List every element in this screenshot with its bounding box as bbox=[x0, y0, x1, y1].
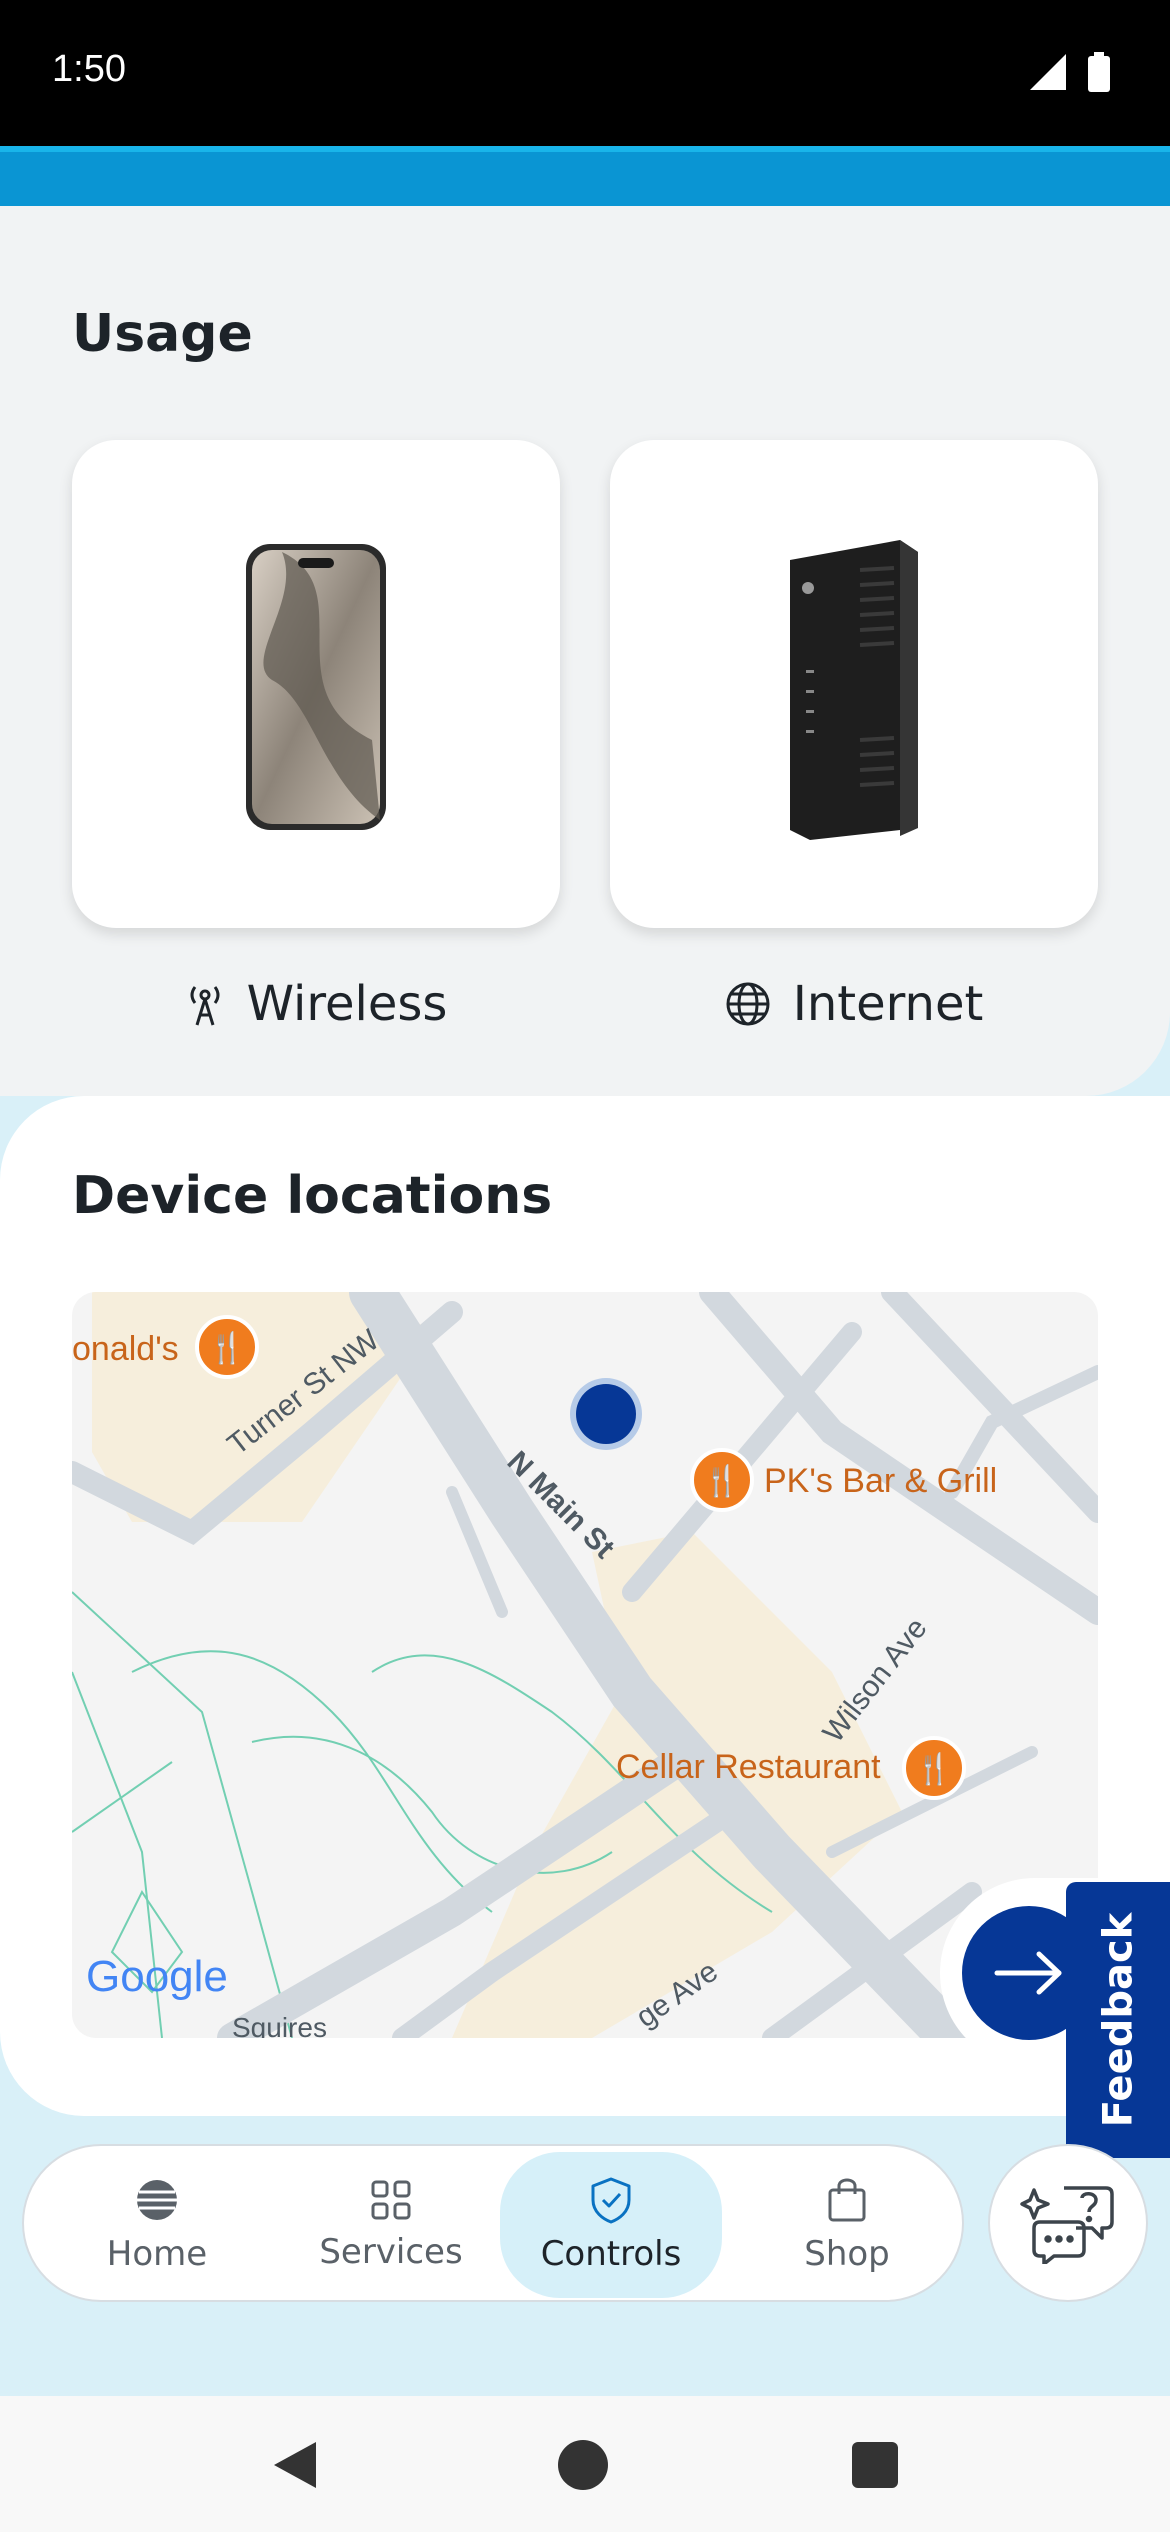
feedback-tab[interactable]: Feedback bbox=[1066, 1882, 1170, 2158]
usage-card: Usage Wireless Internet bbox=[0, 206, 1170, 1096]
map-label-cellar: Cellar Restaurant bbox=[616, 1748, 881, 1786]
status-icons bbox=[1030, 52, 1110, 92]
back-icon[interactable] bbox=[270, 2440, 318, 2490]
status-bar: 1:50 bbox=[0, 0, 1170, 146]
help-chat-button[interactable] bbox=[988, 2144, 1148, 2302]
svg-text:🍴: 🍴 bbox=[703, 1463, 740, 1499]
header-band bbox=[0, 146, 1170, 206]
device-map[interactable]: 🍴 🍴 🍴 onald's Turner St NW N Main St PK'… bbox=[72, 1292, 1098, 2038]
feedback-label: Feedback bbox=[1095, 1912, 1141, 2128]
status-time: 1:50 bbox=[52, 48, 126, 90]
globe-icon bbox=[726, 982, 770, 1026]
poi-mcdonalds-icon: 🍴 bbox=[195, 1315, 259, 1379]
signal-icon bbox=[1030, 54, 1066, 90]
nav-shop[interactable]: Shop bbox=[736, 2152, 958, 2298]
wireless-label-row[interactable]: Wireless bbox=[72, 976, 560, 1032]
svg-text:🍴: 🍴 bbox=[915, 1751, 952, 1787]
nav-controls[interactable]: Controls bbox=[500, 2152, 722, 2298]
recents-icon[interactable] bbox=[852, 2442, 898, 2488]
poi-pks-icon: 🍴 bbox=[690, 1448, 754, 1512]
home-icon[interactable] bbox=[558, 2440, 608, 2490]
svg-text:🍴: 🍴 bbox=[208, 1330, 245, 1366]
battery-icon bbox=[1088, 52, 1110, 92]
map-label-squires: Squires bbox=[232, 2012, 327, 2038]
nav-services-label: Services bbox=[319, 2232, 463, 2272]
internet-label: Internet bbox=[792, 976, 984, 1032]
nav-services[interactable]: Services bbox=[280, 2152, 502, 2298]
wireless-label: Wireless bbox=[246, 976, 448, 1032]
phone-image bbox=[246, 544, 386, 830]
antenna-icon bbox=[190, 986, 220, 1026]
chat-help-icon bbox=[1020, 2186, 1114, 2264]
wireless-tile[interactable] bbox=[72, 440, 560, 928]
map-label-pks: PK's Bar & Grill bbox=[764, 1462, 998, 1500]
system-nav-bar bbox=[0, 2396, 1170, 2532]
router-image bbox=[790, 540, 918, 840]
internet-label-row[interactable]: Internet bbox=[610, 976, 1098, 1032]
att-globe-icon bbox=[137, 2180, 177, 2220]
bottom-nav: Home Services Controls Shop bbox=[22, 2144, 964, 2302]
grid-icon bbox=[371, 2180, 411, 2220]
nav-home[interactable]: Home bbox=[46, 2152, 268, 2298]
shield-check-icon bbox=[591, 2177, 631, 2224]
nav-home-label: Home bbox=[106, 2234, 208, 2274]
shopping-bag-icon bbox=[828, 2178, 866, 2222]
map-canvas: 🍴 🍴 🍴 bbox=[72, 1292, 1098, 2038]
poi-cellar-icon: 🍴 bbox=[902, 1736, 966, 1800]
nav-shop-label: Shop bbox=[804, 2234, 890, 2274]
google-logo: Google bbox=[86, 1952, 228, 2001]
usage-title: Usage bbox=[72, 304, 253, 364]
nav-controls-label: Controls bbox=[540, 2234, 682, 2274]
device-locations-title: Device locations bbox=[72, 1166, 553, 1226]
map-label-mcdonalds: onald's bbox=[72, 1330, 179, 1368]
arrow-right-icon bbox=[994, 1951, 1062, 1995]
internet-tile[interactable] bbox=[610, 440, 1098, 928]
